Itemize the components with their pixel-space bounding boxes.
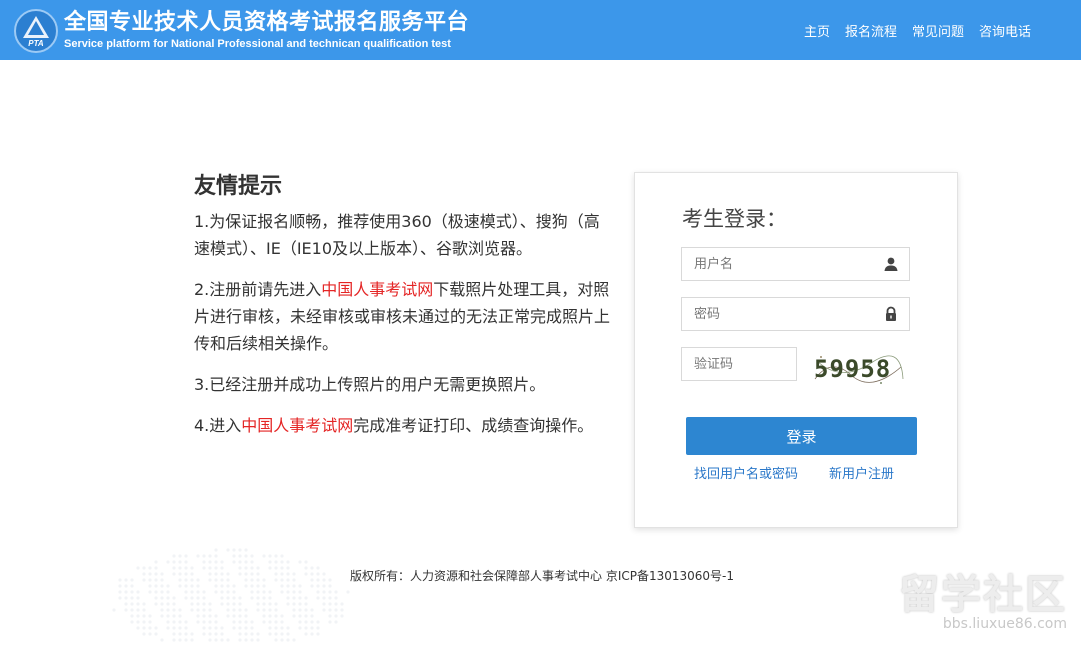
notice-panel: 友情提示 1.为保证报名顺畅，推荐使用360（极速模式）、搜狗（高速模式）、IE… — [194, 168, 612, 453]
watermark: 留学社区 bbs.liuxue86.com — [899, 562, 1067, 632]
password-field-wrapper — [681, 297, 910, 331]
site-subtitle: Service platform for National Profession… — [64, 38, 451, 50]
footer-copyright: 版权所有：人力资源和社会保障部人事考试中心 京ICP备13013060号-1 — [350, 569, 735, 583]
notice-item-4: 4.进入中国人事考试网完成准考证打印、成绩查询操作。 — [194, 412, 612, 439]
notice-item-3: 3.已经注册并成功上传照片的用户无需更换照片。 — [194, 371, 612, 398]
notice-item-2: 2.注册前请先进入中国人事考试网下载照片处理工具，对照片进行审核，未经审核或审核… — [194, 276, 612, 357]
login-button[interactable]: 登录 — [686, 417, 917, 455]
password-input[interactable] — [682, 298, 886, 330]
user-icon — [884, 257, 898, 271]
captcha-field-wrapper — [681, 347, 798, 381]
notice-item-4-pre: 4.进入 — [194, 416, 242, 435]
watermark-logo: 留学社区 — [899, 572, 1067, 618]
captcha-text: 59958 — [814, 355, 891, 383]
pta-logo[interactable]: PTA — [14, 9, 58, 53]
username-input[interactable] — [682, 248, 886, 280]
register-link[interactable]: 新用户注册 — [829, 463, 894, 482]
notice-item-1-text: 1.为保证报名顺畅，推荐使用360（极速模式）、搜狗（高速模式）、IE（IE10… — [194, 212, 600, 258]
login-title: 考生登录： — [682, 207, 787, 231]
username-field-wrapper — [681, 247, 910, 281]
notice-item-2-pre: 2.注册前请先进入 — [194, 280, 322, 299]
lock-icon — [886, 306, 896, 321]
notice-item-1: 1.为保证报名顺畅，推荐使用360（极速模式）、搜狗（高速模式）、IE（IE10… — [194, 208, 612, 262]
notice-item-3-text: 3.已经注册并成功上传照片的用户无需更换照片。 — [194, 375, 546, 394]
site-title: 全国专业技术人员资格考试报名服务平台 — [64, 10, 470, 35]
nav-faq[interactable]: 常见问题 — [912, 21, 964, 40]
world-map-background — [112, 548, 350, 642]
cpta-link-2[interactable]: 中国人事考试网 — [241, 416, 353, 435]
nav-registration-process[interactable]: 报名流程 — [845, 21, 897, 40]
login-panel: 考生登录： 59958 登录 找回用户名或密码 新用户注册 — [634, 172, 958, 528]
header-bar: PTA 全国专业技术人员资格考试报名服务平台 Service platform … — [0, 0, 1081, 60]
notice-item-4-post: 完成准考证打印、成绩查询操作。 — [353, 416, 594, 435]
nav-home[interactable]: 主页 — [804, 21, 830, 40]
captcha-input[interactable] — [682, 348, 798, 380]
nav-contact-phone[interactable]: 咨询电话 — [979, 21, 1031, 40]
cpta-link-1[interactable]: 中国人事考试网 — [321, 280, 433, 299]
logo-text: PTA — [28, 39, 44, 48]
top-nav: 主页 报名流程 常见问题 咨询电话 — [804, 21, 1031, 40]
captcha-image[interactable]: 59958 — [811, 349, 905, 389]
forgot-credentials-link[interactable]: 找回用户名或密码 — [694, 463, 798, 482]
logo-mountain-icon: PTA — [23, 16, 49, 48]
notice-heading: 友情提示 — [194, 174, 283, 199]
